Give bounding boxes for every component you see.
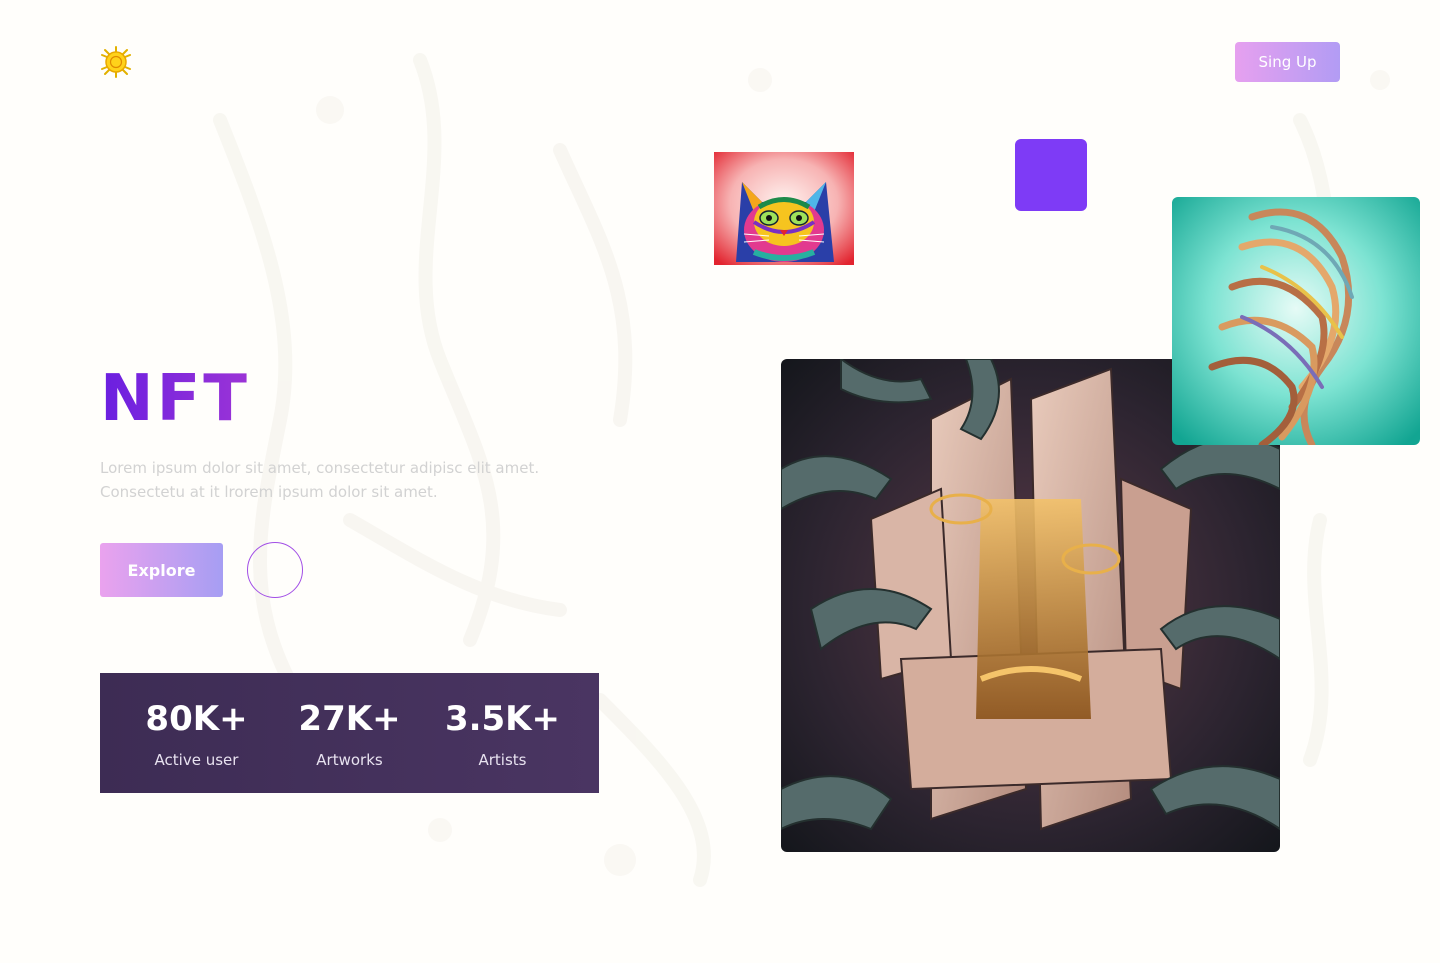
hero-description-line: Consectetu at it lrorem ipsum dolor sit … <box>100 483 438 501</box>
stat-label: Artists <box>478 751 527 769</box>
circle-outline-icon[interactable] <box>247 542 303 598</box>
stat-artworks: 27K+ Artworks <box>280 697 420 769</box>
stat-value: 3.5K+ <box>444 699 561 739</box>
stats-panel: 80K+ Active user 27K+ Artworks 3.5K+ Art… <box>100 673 599 793</box>
sun-coin-logo-icon[interactable] <box>100 46 132 78</box>
stat-label: Artworks <box>316 751 383 769</box>
landing-page: Sing Up NFT Lorem ipsum dolor sit amet, … <box>0 0 1440 963</box>
signup-button[interactable]: Sing Up <box>1235 42 1340 82</box>
colorful-cat-artwork[interactable] <box>714 152 854 265</box>
stat-artists: 3.5K+ Artists <box>433 697 573 769</box>
stat-active-users: 80K+ Active user <box>127 697 267 769</box>
purple-square <box>1015 139 1087 211</box>
hero-title: NFT <box>100 362 250 436</box>
explore-button[interactable]: Explore <box>100 543 223 597</box>
stat-value: 80K+ <box>145 699 248 739</box>
hero-description: Lorem ipsum dolor sit amet, consectetur … <box>100 456 570 504</box>
hero-description-line: Lorem ipsum dolor sit amet, consectetur … <box>100 459 540 477</box>
stat-value: 27K+ <box>298 699 401 739</box>
stat-label: Active user <box>154 751 239 769</box>
teal-abstract-portrait-artwork[interactable] <box>1172 197 1420 445</box>
